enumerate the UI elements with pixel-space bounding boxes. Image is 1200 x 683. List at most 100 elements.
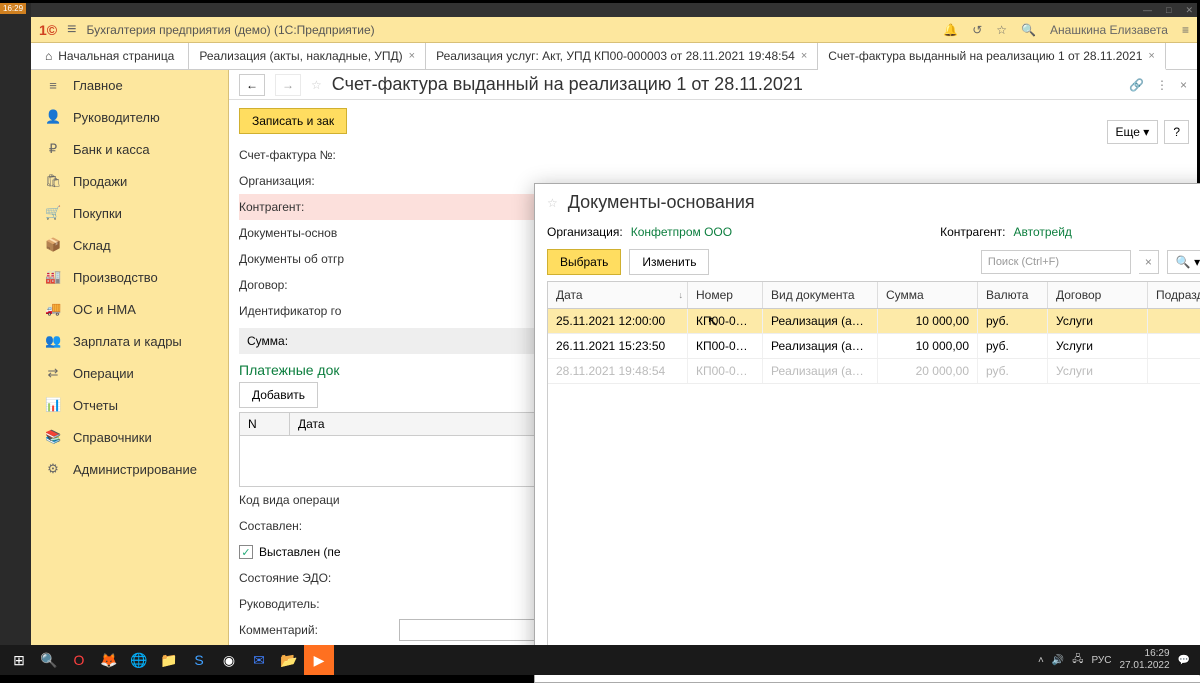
main-menu-icon[interactable]: ≡ xyxy=(67,21,76,39)
cell-doctype: Реализация (акт, … xyxy=(763,359,878,383)
cell-contract: Услуги xyxy=(1048,334,1148,358)
kebab-icon[interactable]: ⋮ xyxy=(1156,78,1168,92)
modal-info-row: Организация: Конфетпром ООО Контрагент: … xyxy=(535,221,1200,243)
search-clear-button[interactable]: × xyxy=(1139,250,1159,274)
star-icon[interactable]: ☆ xyxy=(996,23,1007,37)
app-icon-1[interactable]: ◉ xyxy=(214,645,244,675)
close-icon[interactable]: × xyxy=(801,50,807,62)
modal-org-label: Организация: xyxy=(547,225,623,239)
tray-clock[interactable]: 16:29 27.01.2022 xyxy=(1119,648,1169,672)
opera-icon[interactable]: O xyxy=(64,645,94,675)
edit-button[interactable]: Изменить xyxy=(629,249,709,275)
modal-org-value[interactable]: Конфетпром ООО xyxy=(631,225,732,239)
chrome-icon[interactable]: 🌐 xyxy=(124,645,154,675)
help-button[interactable]: ? xyxy=(1164,120,1189,144)
header-actions: 🔔 ↺ ☆ 🔍 Анашкина Елизавета ≡ xyxy=(943,23,1189,37)
tab-home[interactable]: ⌂ Начальная страница xyxy=(31,43,189,69)
firefox-icon[interactable]: 🦊 xyxy=(94,645,124,675)
th-currency[interactable]: Валюта xyxy=(978,282,1048,308)
user-name[interactable]: Анашкина Елизавета xyxy=(1050,23,1168,37)
explorer-icon[interactable]: 📂 xyxy=(274,645,304,675)
add-button[interactable]: Добавить xyxy=(239,382,318,408)
sidebar-item-bank[interactable]: ₽Банк и касса xyxy=(31,133,228,165)
skype-icon[interactable]: S xyxy=(184,645,214,675)
nav-forward-button[interactable]: → xyxy=(275,74,301,96)
close-window-icon[interactable]: ✕ xyxy=(1185,5,1193,16)
doc-toolbar: Записать и зак Еще ▾ ? xyxy=(229,100,1197,142)
table-row[interactable]: 28.11.2021 19:48:54 КП00-0000… Реализаци… xyxy=(548,359,1200,384)
th-sum[interactable]: Сумма xyxy=(878,282,978,308)
menu-icon: ≡ xyxy=(45,78,61,93)
tab-realization-doc[interactable]: Реализация услуг: Акт, УПД КП00-000003 о… xyxy=(426,43,818,69)
content-area: ← → ☆ Счет-фактура выданный на реализаци… xyxy=(229,70,1197,645)
modal-star-icon[interactable]: ☆ xyxy=(547,196,558,210)
save-close-button[interactable]: Записать и зак xyxy=(239,108,347,134)
tab-realization-list[interactable]: Реализация (акты, накладные, УПД) × xyxy=(189,43,426,69)
cell-number: КП00-0000… xyxy=(688,309,763,333)
tray-volume-icon[interactable]: 🔊 xyxy=(1052,655,1064,666)
table-row[interactable]: 25.11.2021 12:00:00 КП00-0000… Реализаци… xyxy=(548,309,1200,334)
tray-chevron-icon[interactable]: ˄ xyxy=(1038,655,1044,666)
select-button[interactable]: Выбрать xyxy=(547,249,621,275)
sidebar-item-operations[interactable]: ⇄Операции xyxy=(31,357,228,389)
tabs-bar: ⌂ Начальная страница Реализация (акты, н… xyxy=(31,43,1197,70)
th-doctype[interactable]: Вид документа xyxy=(763,282,878,308)
sidebar-item-main[interactable]: ≡Главное xyxy=(31,70,228,101)
app-title: Бухгалтерия предприятия (демо) (1С:Предп… xyxy=(86,23,374,37)
search-taskbar-icon[interactable]: 🔍 xyxy=(34,645,64,675)
issued-checkbox[interactable]: ✓ xyxy=(239,545,253,559)
tab-label: Реализация услуг: Акт, УПД КП00-000003 о… xyxy=(436,49,795,63)
cell-date: 26.11.2021 15:23:50 xyxy=(548,334,688,358)
sidebar-item-purchases[interactable]: 🛒Покупки xyxy=(31,197,228,229)
sidebar-item-sales[interactable]: 🛍Продажи xyxy=(31,165,228,197)
outlook-icon[interactable]: ✉ xyxy=(244,645,274,675)
cell-date: 25.11.2021 12:00:00 xyxy=(548,309,688,333)
favorite-star-icon[interactable]: ☆ xyxy=(311,78,322,92)
bell-icon[interactable]: 🔔 xyxy=(943,23,958,37)
sidebar-item-catalogs[interactable]: 📚Справочники xyxy=(31,421,228,453)
th-date[interactable]: Дата↓ xyxy=(548,282,688,308)
minimize-icon[interactable]: — xyxy=(1143,5,1152,15)
folder-icon[interactable]: 📁 xyxy=(154,645,184,675)
more-button[interactable]: Еще ▾ xyxy=(1107,120,1159,144)
nav-back-button[interactable]: ← xyxy=(239,74,265,96)
cell-contract: Услуги xyxy=(1048,309,1148,333)
modal-documents-base: ☆ Документы-основания 🔗 ⋮ □ × Организаци… xyxy=(534,183,1200,683)
doc-header: ← → ☆ Счет-фактура выданный на реализаци… xyxy=(229,70,1197,100)
start-button[interactable]: ⊞ xyxy=(4,645,34,675)
tray-time: 16:29 xyxy=(1119,648,1169,660)
maximize-icon[interactable]: □ xyxy=(1166,5,1171,15)
app-window: — □ ✕ 1© ≡ Бухгалтерия предприятия (демо… xyxy=(31,3,1197,645)
link-icon[interactable]: 🔗 xyxy=(1129,78,1144,92)
close-doc-icon[interactable]: × xyxy=(1180,78,1187,92)
search-input[interactable]: Поиск (Ctrl+F) xyxy=(981,250,1131,274)
media-icon[interactable]: ▶ xyxy=(304,645,334,675)
th-number[interactable]: Номер xyxy=(688,282,763,308)
sidebar-item-reports[interactable]: 📊Отчеты xyxy=(31,389,228,421)
close-icon[interactable]: × xyxy=(1148,50,1154,62)
tray-notifications-icon[interactable]: 💬 xyxy=(1178,655,1190,666)
th-dept[interactable]: Подразделение xyxy=(1148,282,1200,308)
cart-icon: 🛒 xyxy=(45,205,61,221)
sidebar-item-salary[interactable]: 👥Зарплата и кадры xyxy=(31,325,228,357)
table-row[interactable]: 26.11.2021 15:23:50 КП00-0000… Реализаци… xyxy=(548,334,1200,359)
close-icon[interactable]: × xyxy=(409,50,415,62)
search-icon[interactable]: 🔍 xyxy=(1021,23,1036,37)
tray-network-icon[interactable]: 🖧 xyxy=(1072,652,1083,669)
sidebar-item-warehouse[interactable]: 📦Склад xyxy=(31,229,228,261)
user-menu-icon[interactable]: ≡ xyxy=(1182,23,1189,37)
tray-lang[interactable]: РУС xyxy=(1091,655,1111,666)
modal-contr-value[interactable]: Автотрейд xyxy=(1013,225,1071,239)
sidebar-item-production[interactable]: 🏭Производство xyxy=(31,261,228,293)
sidebar-item-manager[interactable]: 👤Руководителю xyxy=(31,101,228,133)
th-contract[interactable]: Договор xyxy=(1048,282,1148,308)
label-ruk: Руководитель: xyxy=(239,597,399,611)
browser-side-strip: 16:29 xyxy=(0,3,31,645)
history-icon[interactable]: ↺ xyxy=(972,23,982,37)
sidebar-item-label: Склад xyxy=(73,238,111,253)
sidebar-item-assets[interactable]: 🚚ОС и НМА xyxy=(31,293,228,325)
search-dropdown-button[interactable]: 🔍 ▾ xyxy=(1167,250,1200,274)
cell-dept xyxy=(1148,359,1200,383)
tab-invoice-doc[interactable]: Счет-фактура выданный на реализацию 1 от… xyxy=(818,43,1166,70)
sidebar-item-admin[interactable]: ⚙Администрирование xyxy=(31,453,228,485)
